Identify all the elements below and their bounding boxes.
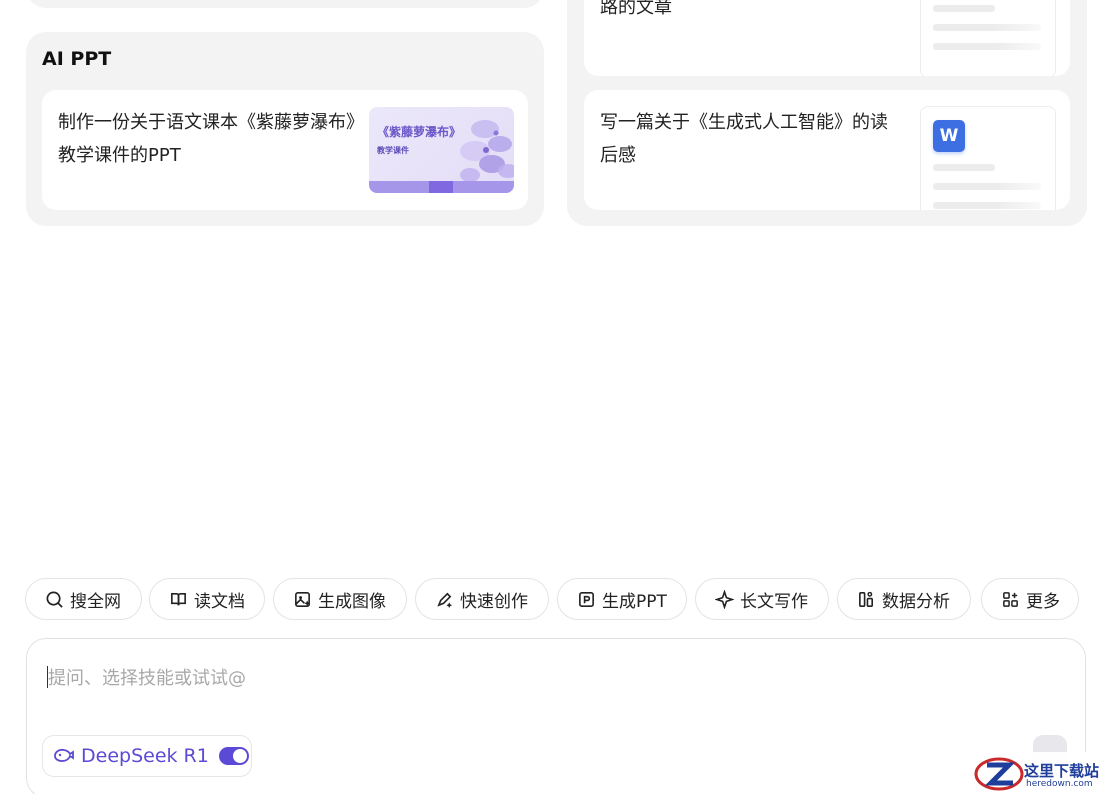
prompt-input-placeholder[interactable]: 提问、选择技能或试试@ xyxy=(48,664,246,690)
watermark-title: 这里下载站 xyxy=(1024,762,1100,780)
ppt-icon xyxy=(576,589,596,609)
model-switch[interactable] xyxy=(218,747,249,765)
skill-chip-generate-ppt[interactable]: 生成PPT xyxy=(557,578,687,620)
ppt-suggestion-card[interactable]: 制作一份关于语文课本《紫藤萝瀑布》教学课件的PPT 《紫藤萝瀑布》 教学课件 xyxy=(42,90,528,210)
ppt-suggestion-text: 制作一份关于语文课本《紫藤萝瀑布》教学课件的PPT xyxy=(58,112,355,166)
skill-chip-data-analysis[interactable]: 数据分析 xyxy=(837,578,971,620)
writing-suggestion-text: 路的文章 xyxy=(600,0,672,18)
skill-chip-label: 数据分析 xyxy=(882,591,950,612)
skill-chip-search-web[interactable]: 搜全网 xyxy=(25,578,142,620)
skill-chip-label: 搜全网 xyxy=(70,591,121,612)
sparkle-icon xyxy=(714,589,734,609)
ai-ppt-section: AI PPT 制作一份关于语文课本《紫藤萝瀑布》教学课件的PPT 《紫藤萝瀑布》… xyxy=(26,32,544,226)
writing-suggestion-card[interactable]: 路的文章 W xyxy=(584,0,1070,76)
skill-chip-more[interactable]: 更多 xyxy=(981,578,1079,620)
prompt-input-box[interactable]: 提问、选择技能或试试@ DeepSeek R1 xyxy=(26,638,1086,794)
skill-chips: 搜全网 读文档 生成图像 快速创作 生成PPT 长文写作 数据分析 更多 xyxy=(25,578,1085,622)
skill-chip-label: 更多 xyxy=(1026,591,1060,612)
ppt-thumbnail: 《紫藤萝瀑布》 教学课件 xyxy=(369,107,514,193)
fade-overlay xyxy=(995,107,1055,210)
skill-chip-read-doc[interactable]: 读文档 xyxy=(149,578,265,620)
grid-plus-icon xyxy=(1000,589,1020,609)
skill-chip-generate-image[interactable]: 生成图像 xyxy=(273,578,407,620)
switch-knob xyxy=(232,749,247,763)
pen-sparkle-icon xyxy=(434,589,454,609)
doc-line xyxy=(933,5,995,12)
deepseek-whale-icon xyxy=(54,748,74,762)
section-title: AI PPT xyxy=(42,48,112,70)
skill-chip-label: 快速创作 xyxy=(460,591,528,612)
book-icon xyxy=(168,589,188,609)
skill-chip-label: 长文写作 xyxy=(740,591,808,612)
card-remnant xyxy=(26,0,544,8)
word-doc-thumbnail: W xyxy=(920,0,1056,76)
ppt-thumb-bar-accent xyxy=(429,181,453,193)
skill-chip-label: 生成图像 xyxy=(318,591,386,612)
chart-icon xyxy=(856,589,876,609)
writing-suggestion-card[interactable]: 写一篇关于《生成式人工智能》的读后感 W xyxy=(584,90,1070,210)
ppt-thumb-title: 《紫藤萝瀑布》 xyxy=(377,125,462,139)
page: AI PPT 制作一份关于语文课本《紫藤萝瀑布》教学课件的PPT 《紫藤萝瀑布》… xyxy=(0,0,1106,794)
wisteria-flower-image xyxy=(460,120,514,182)
watermark-logo: 这里下载站 heredown.com xyxy=(970,752,1106,794)
writing-section: 路的文章 W 写一篇关于《生成式人工智能》的读后感 W xyxy=(567,0,1087,226)
word-doc-thumbnail: W xyxy=(920,106,1056,210)
image-sparkle-icon xyxy=(292,589,312,609)
search-icon xyxy=(44,589,64,609)
fade-overlay xyxy=(995,0,1055,76)
ppt-thumb-subtitle: 教学课件 xyxy=(377,146,409,155)
model-label: DeepSeek R1 xyxy=(81,745,209,767)
deepseek-model-toggle[interactable]: DeepSeek R1 xyxy=(42,735,252,777)
word-icon: W xyxy=(933,120,965,152)
skill-chip-long-writing[interactable]: 长文写作 xyxy=(695,578,829,620)
doc-line xyxy=(933,164,995,171)
skill-chip-quick-create[interactable]: 快速创作 xyxy=(415,578,549,620)
skill-chip-label: 生成PPT xyxy=(602,591,667,612)
skill-chip-label: 读文档 xyxy=(194,591,245,612)
writing-suggestion-text: 写一篇关于《生成式人工智能》的读后感 xyxy=(600,112,888,166)
watermark-domain: heredown.com xyxy=(1026,779,1093,789)
heredown-logo-icon xyxy=(974,757,1024,791)
